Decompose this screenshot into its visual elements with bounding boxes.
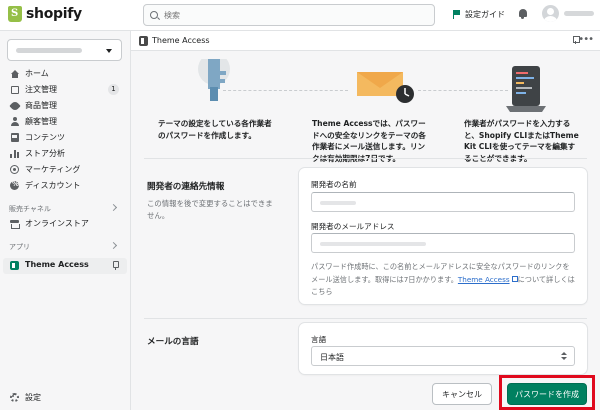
sidebar-item-customers[interactable]: 顧客管理: [0, 114, 130, 129]
sidebar-item-label: 設定: [25, 393, 41, 402]
email-value-redacted: [320, 242, 426, 246]
sidebar: ホーム 注文管理 1 商品管理 顧客管理 コンテンツ ストア分析 マーケティング…: [0, 31, 131, 410]
gear-icon: [10, 393, 19, 402]
sidebar-item-label: 顧客管理: [25, 117, 57, 126]
sidebar-item-label: コンテンツ: [25, 133, 65, 142]
store-icon: [10, 219, 20, 229]
code-editor-illustration-icon: [506, 66, 546, 112]
sidebar-item-online-store[interactable]: オンラインストア: [0, 216, 130, 231]
store-name-redacted: [16, 48, 82, 53]
marketing-icon: [10, 165, 19, 174]
select-arrows-icon: [561, 351, 567, 362]
chevron-right-icon[interactable]: [109, 241, 118, 250]
contact-section-subtext: この情報を後で変更することはできません。: [147, 199, 273, 220]
sidebar-item-label: ホーム: [25, 69, 49, 78]
shopify-bag-icon: [8, 6, 22, 22]
avatar[interactable]: [542, 5, 559, 22]
setup-guide-label: 設定ガイド: [465, 10, 505, 19]
developer-name-input[interactable]: [311, 192, 575, 212]
language-card: 言語 日本語: [299, 323, 587, 374]
sidebar-item-label: 商品管理: [25, 101, 57, 110]
sidebar-item-theme-access[interactable]: Theme Access: [3, 258, 127, 274]
sidebar-item-orders[interactable]: 注文管理 1: [0, 82, 130, 97]
key-illustration-icon: [198, 59, 230, 101]
store-selector[interactable]: [7, 39, 122, 61]
discount-icon: [10, 180, 19, 190]
external-link-icon: [511, 275, 518, 282]
contact-section-heading: 開発者の連絡先情報: [147, 182, 225, 192]
language-value: 日本語: [320, 353, 344, 362]
home-icon: [10, 69, 19, 78]
setup-guide-button[interactable]: 設定ガイド: [453, 9, 505, 20]
sidebar-item-marketing[interactable]: マーケティング: [0, 162, 130, 177]
analytics-icon: [10, 149, 19, 158]
sidebar-item-analytics[interactable]: ストア分析: [0, 146, 130, 161]
developer-name-label: 開発者の名前: [311, 180, 357, 189]
sidebar-item-settings[interactable]: 設定: [0, 390, 130, 405]
cancel-button[interactable]: キャンセル: [432, 383, 492, 405]
sidebar-item-label: 注文管理: [25, 85, 57, 94]
contact-help-text: パスワード作成時に、この名前とメールアドレスに安全なパスワードのリンクをメール送…: [311, 261, 575, 299]
section-divider: [144, 158, 587, 159]
app-header: Theme Access •••: [131, 31, 600, 51]
developer-email-label: 開発者のメールアドレス: [311, 222, 395, 231]
envelope-clock-icon: [357, 72, 414, 103]
sidebar-item-content[interactable]: コンテンツ: [0, 130, 130, 145]
content-icon: [10, 133, 19, 142]
search-bar[interactable]: [143, 4, 435, 26]
search-input[interactable]: [164, 10, 404, 20]
pin-icon[interactable]: [573, 36, 580, 45]
step-1-text: テーマの設定をしている各作業者のパスワードを作成します。: [158, 119, 272, 140]
search-icon: [150, 11, 158, 19]
orders-count-badge: 1: [108, 84, 119, 95]
sidebar-item-home[interactable]: ホーム: [0, 66, 130, 81]
language-label: 言語: [311, 335, 327, 344]
orders-icon: [10, 85, 19, 94]
sidebar-item-products[interactable]: 商品管理: [0, 98, 130, 113]
more-options-icon[interactable]: •••: [578, 34, 594, 45]
theme-access-app-icon: [10, 261, 19, 270]
sidebar-item-discounts[interactable]: ディスカウント: [0, 178, 130, 193]
logo-text: shopify: [26, 6, 82, 22]
sidebar-item-label: ストア分析: [25, 149, 65, 158]
flag-icon: [453, 10, 461, 19]
dashed-connector: [223, 90, 348, 91]
chevron-right-icon[interactable]: [109, 203, 118, 212]
tag-icon: [8, 99, 21, 112]
developer-email-input[interactable]: [311, 233, 575, 253]
theme-access-app-icon: [139, 36, 148, 46]
sales-channels-label: 販売チャネル: [9, 205, 51, 213]
contact-card: 開発者の名前 開発者のメールアドレス パスワード作成時に、この名前とメールアドレ…: [299, 168, 587, 304]
main-content: Theme Access ••• テーマの設定をしている各作業者のパスワードを作…: [131, 31, 600, 410]
shopify-logo[interactable]: shopify: [8, 6, 82, 22]
language-select[interactable]: 日本語: [311, 346, 575, 366]
sidebar-item-label: オンラインストア: [25, 219, 89, 228]
section-divider: [144, 318, 587, 319]
top-bar: shopify 設定ガイド: [0, 0, 600, 31]
language-section-heading: メールの言語: [147, 337, 199, 347]
sidebar-item-label: Theme Access: [25, 260, 89, 269]
sidebar-item-label: ディスカウント: [25, 181, 81, 190]
sidebar-item-label: マーケティング: [25, 165, 81, 174]
create-password-button[interactable]: パスワードを作成: [507, 383, 587, 405]
account-name-redacted[interactable]: [564, 11, 594, 16]
customer-icon: [10, 117, 19, 126]
app-title: Theme Access: [152, 36, 210, 45]
pin-icon[interactable]: [112, 261, 119, 270]
name-value-redacted: [320, 201, 356, 205]
theme-access-link[interactable]: Theme Access: [458, 275, 510, 284]
dashed-connector: [418, 90, 508, 91]
notification-bell-icon[interactable]: [518, 9, 527, 19]
caret-down-icon: [106, 49, 112, 53]
steps-illustration: テーマの設定をしている各作業者のパスワードを作成します。 Theme Acces…: [148, 52, 588, 170]
apps-label: アプリ: [9, 243, 30, 251]
